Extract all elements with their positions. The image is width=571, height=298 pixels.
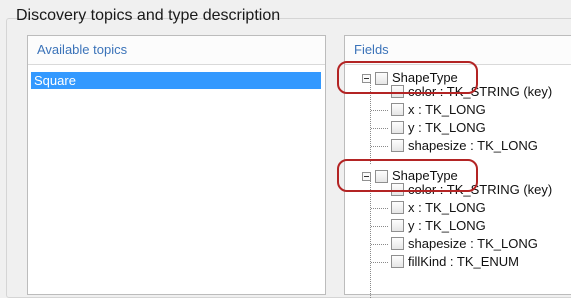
field-checkbox[interactable]	[391, 85, 404, 98]
topic-item-square[interactable]: Square	[31, 72, 321, 89]
tree-connector	[371, 262, 388, 263]
shapetype-checkbox[interactable]	[375, 72, 388, 85]
field-x: x : TK_LONG	[408, 200, 486, 215]
collapse-icon[interactable]	[362, 172, 371, 181]
tree-connector	[371, 110, 388, 111]
available-topics-header: Available topics	[28, 36, 325, 65]
field-color: color : TK_STRING (key)	[408, 84, 553, 99]
fields-panel: Fields ShapeType color : TK_STRING (key)…	[337, 35, 571, 298]
field-checkbox[interactable]	[391, 201, 404, 214]
field-checkbox[interactable]	[391, 103, 404, 116]
tree-connector	[371, 128, 388, 129]
tree-connector	[370, 177, 371, 298]
tree-connector	[371, 244, 388, 245]
fields-header: Fields	[345, 36, 571, 65]
collapse-icon[interactable]	[362, 74, 371, 83]
field-checkbox[interactable]	[391, 139, 404, 152]
tree-connector	[371, 208, 388, 209]
field-checkbox[interactable]	[391, 255, 404, 268]
shapetype-checkbox[interactable]	[375, 170, 388, 183]
field-checkbox[interactable]	[391, 237, 404, 250]
tree-connector	[371, 146, 388, 147]
field-color: color : TK_STRING (key)	[408, 182, 553, 197]
field-shapesize: shapesize : TK_LONG	[408, 138, 538, 153]
group-title: Discovery topics and type description	[16, 7, 281, 24]
field-y: y : TK_LONG	[408, 120, 486, 135]
field-y: y : TK_LONG	[408, 218, 486, 233]
field-checkbox[interactable]	[391, 219, 404, 232]
field-fillkind: fillKind : TK_ENUM	[408, 254, 520, 269]
tree-connector	[371, 190, 388, 191]
field-checkbox[interactable]	[391, 183, 404, 196]
available-topics-panel: Available topics Square	[27, 35, 326, 295]
tree-connector	[371, 92, 388, 93]
tree-connector	[371, 226, 388, 227]
field-checkbox[interactable]	[391, 121, 404, 134]
field-x: x : TK_LONG	[408, 102, 486, 117]
field-shapesize: shapesize : TK_LONG	[408, 236, 538, 251]
